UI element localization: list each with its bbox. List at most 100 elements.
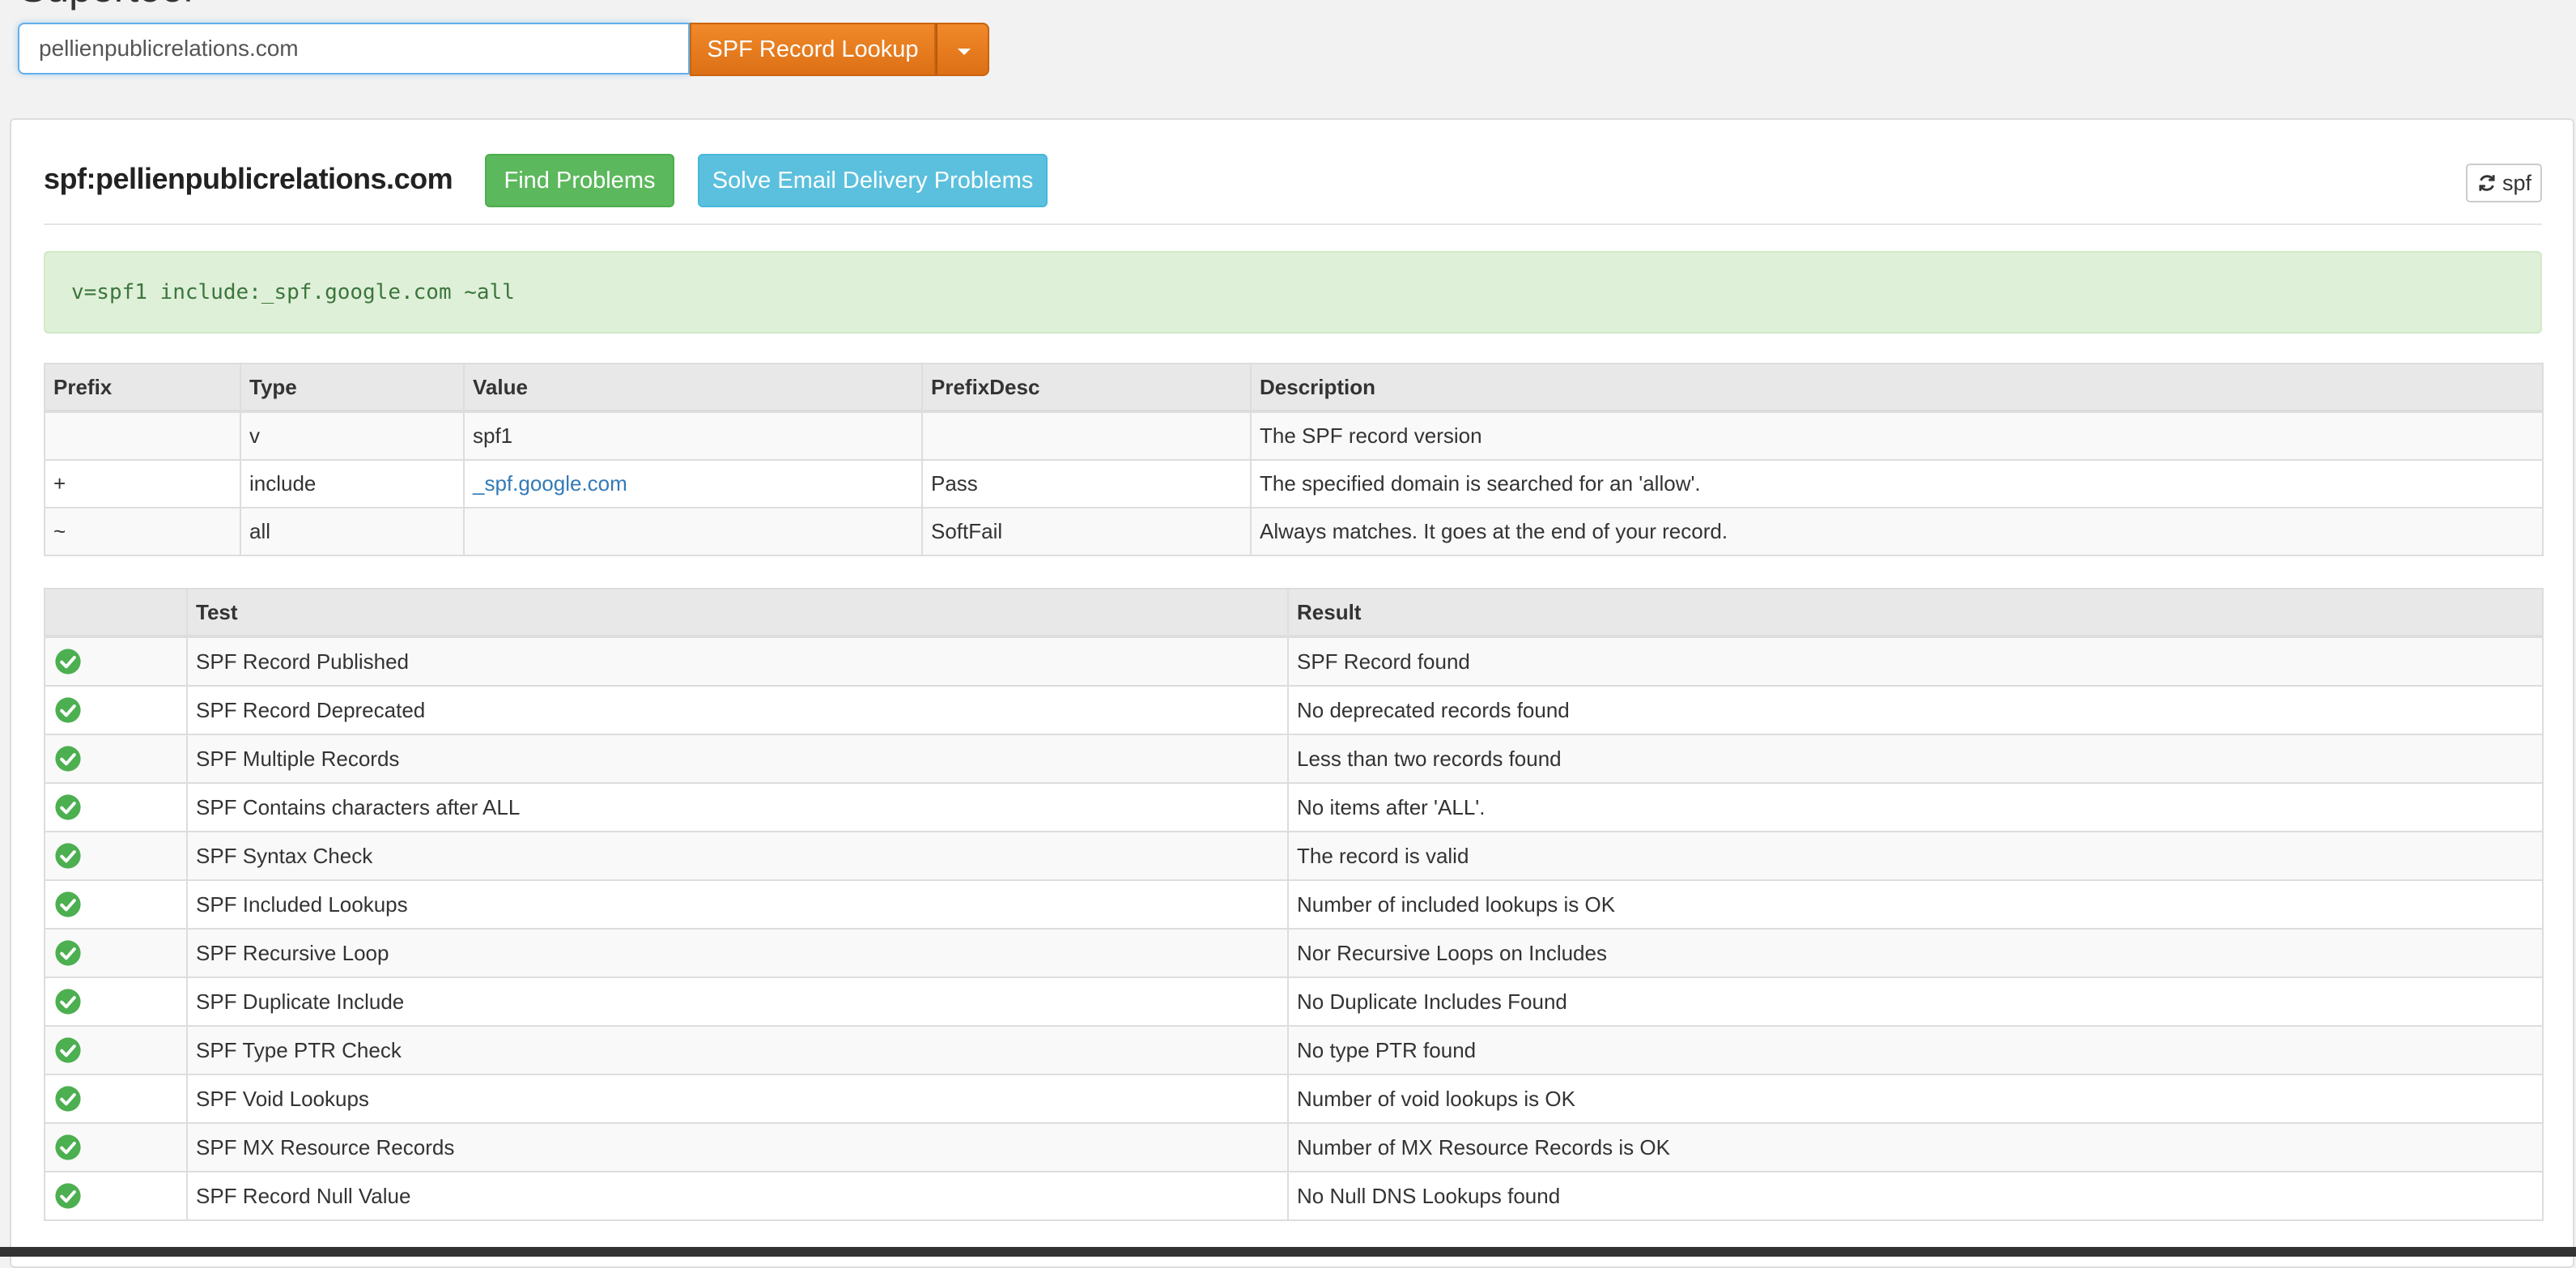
check-icon bbox=[55, 989, 81, 1015]
type-cell: v bbox=[240, 411, 465, 461]
table-row: SPF Type PTR Check No type PTR found bbox=[44, 1025, 2544, 1075]
column-header: PrefixDesc bbox=[921, 363, 1252, 413]
check-icon bbox=[55, 843, 81, 869]
table-row: SPF Included Lookups Number of included l… bbox=[44, 879, 2544, 930]
spf-record-text: v=spf1 include:_spf.google.com ~all bbox=[44, 251, 2542, 334]
table-row: SPF Contains characters after ALL No item… bbox=[44, 782, 2544, 832]
results-panel: spf:pellienpublicrelations.com Find Prob… bbox=[10, 118, 2574, 1268]
table-row: + include _spf.google.com Pass The speci… bbox=[44, 459, 2544, 508]
test-result-cell: No Null DNS Lookups found bbox=[1287, 1171, 2544, 1221]
check-icon bbox=[55, 746, 81, 772]
test-name-cell: SPF Duplicate Include bbox=[186, 977, 1289, 1027]
test-result-cell: No deprecated records found bbox=[1287, 685, 2544, 735]
table-row: SPF MX Resource Records Number of MX Reso… bbox=[44, 1122, 2544, 1172]
check-icon bbox=[55, 1037, 81, 1063]
table-row: SPF Record Deprecated No deprecated recor… bbox=[44, 685, 2544, 735]
test-name-cell: SPF Record Deprecated bbox=[186, 685, 1289, 735]
column-header: Test bbox=[186, 588, 1289, 638]
test-result-cell: The record is valid bbox=[1287, 831, 2544, 881]
status-cell bbox=[44, 734, 188, 784]
panel-title: spf:pellienpublicrelations.com bbox=[44, 162, 453, 195]
status-cell bbox=[44, 1025, 188, 1075]
test-result-cell: Nor Recursive Loops on Includes bbox=[1287, 928, 2544, 978]
test-name-cell: SPF Included Lookups bbox=[186, 879, 1289, 930]
solve-email-delivery-button[interactable]: Solve Email Delivery Problems bbox=[698, 154, 1048, 207]
test-result-cell: Number of included lookups is OK bbox=[1287, 879, 2544, 930]
test-name-cell: SPF Type PTR Check bbox=[186, 1025, 1289, 1075]
value-cell: _spf.google.com bbox=[463, 459, 923, 508]
test-name-cell: SPF Syntax Check bbox=[186, 831, 1289, 881]
test-name-cell: SPF Recursive Loop bbox=[186, 928, 1289, 978]
check-icon bbox=[55, 891, 81, 917]
status-cell bbox=[44, 1122, 188, 1172]
spf-parse-table: Prefix Type Value PrefixDesc Description… bbox=[44, 363, 2544, 556]
test-result-cell: Number of void lookups is OK bbox=[1287, 1074, 2544, 1124]
check-icon bbox=[55, 794, 81, 820]
column-header: Description bbox=[1250, 363, 2544, 413]
column-header: Value bbox=[463, 363, 923, 413]
type-cell: include bbox=[240, 459, 465, 508]
spf-tests-table: Test Result SPF Record Published SPF Reco… bbox=[44, 588, 2544, 1221]
domain-search-input[interactable] bbox=[18, 23, 690, 74]
test-name-cell: SPF Multiple Records bbox=[186, 734, 1289, 784]
table-row: SPF Syntax Check The record is valid bbox=[44, 831, 2544, 881]
find-problems-button[interactable]: Find Problems bbox=[485, 154, 674, 207]
table-header-row: Test Result bbox=[44, 588, 2544, 638]
spf-record-lookup-button[interactable]: SPF Record Lookup bbox=[690, 23, 936, 76]
caret-down-icon bbox=[958, 49, 971, 55]
test-result-cell: No items after 'ALL'. bbox=[1287, 782, 2544, 832]
description-cell: Always matches. It goes at the end of yo… bbox=[1250, 507, 2544, 556]
test-result-cell: No type PTR found bbox=[1287, 1025, 2544, 1075]
prefix-desc-cell bbox=[921, 411, 1252, 461]
status-cell bbox=[44, 831, 188, 881]
test-result-cell: No Duplicate Includes Found bbox=[1287, 977, 2544, 1027]
spf-google-link[interactable]: _spf.google.com bbox=[473, 471, 627, 496]
status-cell bbox=[44, 636, 188, 687]
prefix-desc-cell: Pass bbox=[921, 459, 1252, 508]
type-cell: all bbox=[240, 507, 465, 556]
table-row: SPF Record Null Value No Null DNS Lookups… bbox=[44, 1171, 2544, 1221]
tests-body: SPF Record Published SPF Record found SPF … bbox=[44, 636, 2544, 1221]
test-result-cell: Number of MX Resource Records is OK bbox=[1287, 1122, 2544, 1172]
column-header: Result bbox=[1287, 588, 2544, 638]
test-name-cell: SPF Void Lookups bbox=[186, 1074, 1289, 1124]
status-cell bbox=[44, 977, 188, 1027]
check-icon bbox=[55, 1183, 81, 1209]
prefix-cell: + bbox=[44, 459, 241, 508]
prefix-cell: ~ bbox=[44, 507, 241, 556]
refresh-spf-button[interactable]: spf bbox=[2466, 164, 2542, 202]
test-result-cell: SPF Record found bbox=[1287, 636, 2544, 687]
table-row: SPF Record Published SPF Record found bbox=[44, 636, 2544, 687]
table-row: ~ all SoftFail Always matches. It goes a… bbox=[44, 507, 2544, 556]
check-icon bbox=[55, 940, 81, 966]
divider bbox=[44, 223, 2542, 225]
column-header: Type bbox=[240, 363, 465, 413]
value-cell: spf1 bbox=[463, 411, 923, 461]
lookup-dropdown-toggle[interactable] bbox=[936, 23, 989, 76]
footer-bar bbox=[0, 1247, 2576, 1257]
test-name-cell: SPF Record Published bbox=[186, 636, 1289, 687]
table-row: SPF Duplicate Include No Duplicate Includ… bbox=[44, 977, 2544, 1027]
check-icon bbox=[55, 1086, 81, 1112]
table-row: SPF Recursive Loop Nor Recursive Loops on… bbox=[44, 928, 2544, 978]
prefix-desc-cell: SoftFail bbox=[921, 507, 1252, 556]
table-row: v spf1 The SPF record version bbox=[44, 411, 2544, 461]
test-result-cell: Less than two records found bbox=[1287, 734, 2544, 784]
refresh-icon bbox=[2479, 175, 2495, 191]
check-icon bbox=[55, 697, 81, 723]
test-name-cell: SPF MX Resource Records bbox=[186, 1122, 1289, 1172]
check-icon bbox=[55, 649, 81, 674]
status-cell bbox=[44, 1074, 188, 1124]
check-icon bbox=[55, 1134, 81, 1160]
lookup-toolbar: Supertool SPF Record Lookup bbox=[0, 0, 2576, 96]
prefix-cell bbox=[44, 411, 241, 461]
status-cell bbox=[44, 879, 188, 930]
page-title: Supertool bbox=[19, 0, 193, 11]
description-cell: The SPF record version bbox=[1250, 411, 2544, 461]
value-cell bbox=[463, 507, 923, 556]
table-header-row: Prefix Type Value PrefixDesc Description bbox=[44, 363, 2544, 413]
status-column-header bbox=[44, 588, 188, 638]
refresh-label: spf bbox=[2502, 171, 2532, 195]
status-cell bbox=[44, 782, 188, 832]
test-name-cell: SPF Record Null Value bbox=[186, 1171, 1289, 1221]
